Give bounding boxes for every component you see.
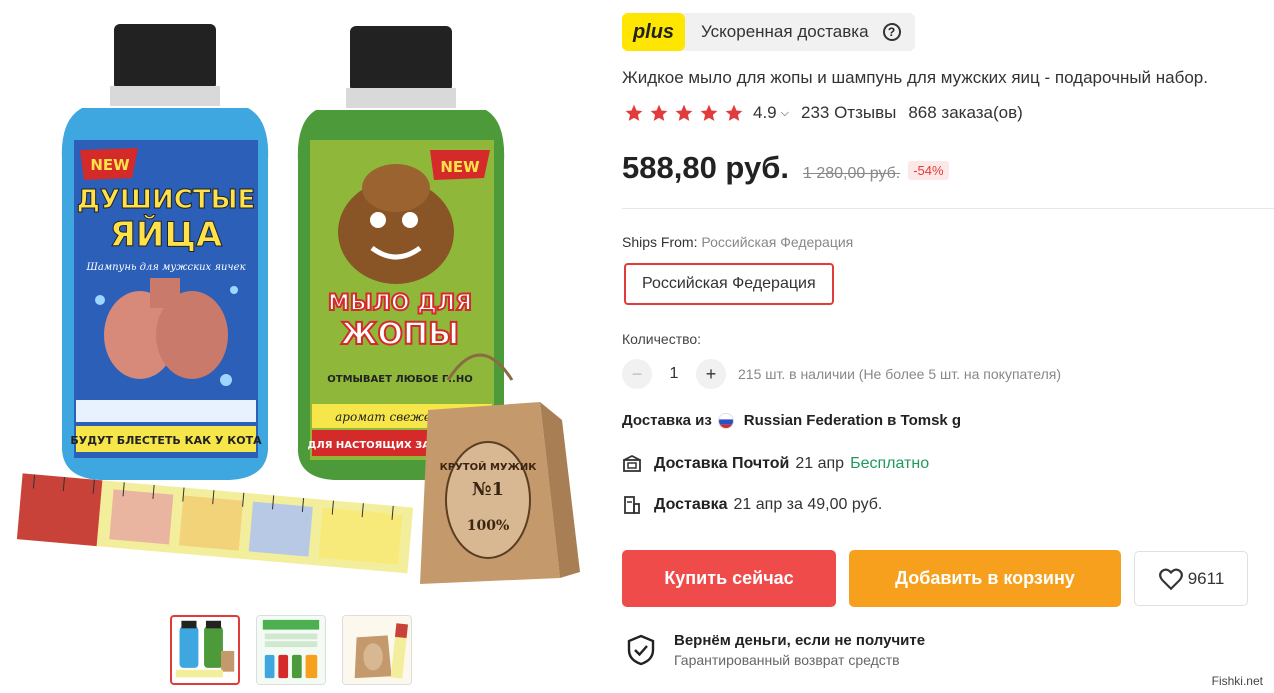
add-to-cart-button[interactable]: Добавить в корзину [849,550,1121,607]
thumbnail-3[interactable] [342,615,412,685]
bottle-left: NEW ДУШИСТЫЕ ЯЙЦА Шампунь для мужских яи… [61,24,269,480]
delivery-post-label: Доставка Почтой [654,455,790,472]
bag-label-1: КРУТОЙ МУЖИК [440,460,538,473]
delivery-courier-rest: 21 апр за 49,00 руб. [733,496,883,513]
quantity-increment-button[interactable]: + [696,359,726,389]
price-row: 588,80 руб. 1 280,00 руб. -54% [622,150,949,186]
guarantee-subtitle: Гарантированный возврат средств [674,652,900,668]
star-icon [700,104,718,121]
bottle-left-title-1: ДУШИСТЫЕ [77,185,256,215]
current-price: 588,80 руб. [622,150,789,185]
wishlist-count: 9611 [1187,568,1225,588]
bottle-left-bottom: БУДУТ БЛЕСТЕТЬ КАК У КОТА [70,434,262,447]
quantity-stepper: − 1 + 215 шт. в наличии (Не более 5 шт. … [622,359,1061,389]
thumbnail-strip [170,615,412,685]
rating-value: 4.9 [753,103,777,122]
heart-icon [1158,567,1183,590]
delivery-courier: Доставка 21 апр за 49,00 руб. [622,495,882,515]
product-gallery: NEW ДУШИСТЫЕ ЯЙЦА Шампунь для мужских яи… [0,0,600,693]
help-icon[interactable]: ? [882,23,901,41]
delivery-from-rest: Russian Federation в Tomsk g [743,412,962,429]
ships-from-label: Ships From: Российская Федерация [622,234,853,250]
wishlist-button[interactable]: 9611 [1134,551,1248,606]
quantity-label: Количество: [622,331,702,347]
discount-badge: -54% [908,161,949,180]
bag-label-3: 100% [467,518,510,534]
star-icon [625,104,643,121]
stock-info: 215 шт. в наличии (Не более 5 шт. на пок… [738,366,1062,382]
ruler-strip [16,473,414,574]
delivery-post-price: Бесплатно [850,455,930,472]
ships-from-title: Ships From: [622,234,698,250]
money-back-guarantee: Вернём деньги, если не получите Гарантир… [626,632,925,668]
plus-delivery-banner[interactable]: plus Ускоренная доставка ? [622,13,915,51]
star-icon [650,104,668,121]
quantity-value[interactable]: 1 [652,365,696,383]
delivery-post: Доставка Почтой 21 апр Бесплатно [622,454,929,474]
parcel-locker-icon [624,496,640,514]
orders-count: 868 заказа(ов) [908,103,1023,122]
reviews-link[interactable]: 233 Отзывы [801,103,896,123]
rating-stars [624,103,744,123]
bag-label-2: №1 [472,479,504,500]
buy-now-button[interactable]: Купить сейчас [622,550,836,607]
shield-check-icon [627,634,655,666]
ships-from-option[interactable]: Российская Федерация [624,263,834,305]
bottle-left-badge: NEW [90,156,130,174]
guarantee-title: Вернём деньги, если не получите [674,632,926,649]
delivery-from-prefix: Доставка из [622,412,712,429]
star-icon [675,104,693,121]
quantity-decrement-button[interactable]: − [622,359,652,389]
chevron-down-icon[interactable]: ⌵ [781,107,789,120]
bottle-left-subtitle: Шампунь для мужских яичек [85,262,245,273]
bottle-right-title-2: ЖОПЫ [341,317,459,352]
star-icon [725,104,743,121]
bottle-right-badge: NEW [440,158,480,176]
plus-delivery-text: Ускоренная доставка [701,22,869,41]
delivery-courier-label: Доставка [654,496,728,513]
bottle-right-title-1: МЫЛО ДЛЯ [328,291,472,316]
post-office-icon [623,454,641,472]
plus-badge: plus [622,13,685,51]
old-price: 1 280,00 руб. [802,165,901,182]
thumbnail-2[interactable] [256,615,326,685]
delivery-post-date: 21 апр [795,455,845,472]
bottle-left-title-2: ЯЙЦА [110,214,223,255]
divider [622,208,1274,209]
rating-row: 4.9 ⌵ 233 Отзывы 868 заказа(ов) [624,103,1023,123]
ships-from-value: Российская Федерация [701,234,854,250]
thumbnail-1[interactable] [170,615,240,685]
product-title: Жидкое мыло для жопы и шампунь для мужск… [622,68,1208,87]
watermark: Fishki.net [1208,673,1266,689]
russia-flag-icon [717,412,734,429]
main-product-image[interactable]: NEW ДУШИСТЫЕ ЯЙЦА Шампунь для мужских яи… [0,0,600,600]
delivery-from: Доставка из Russian Federation в Tomsk g [622,412,961,429]
